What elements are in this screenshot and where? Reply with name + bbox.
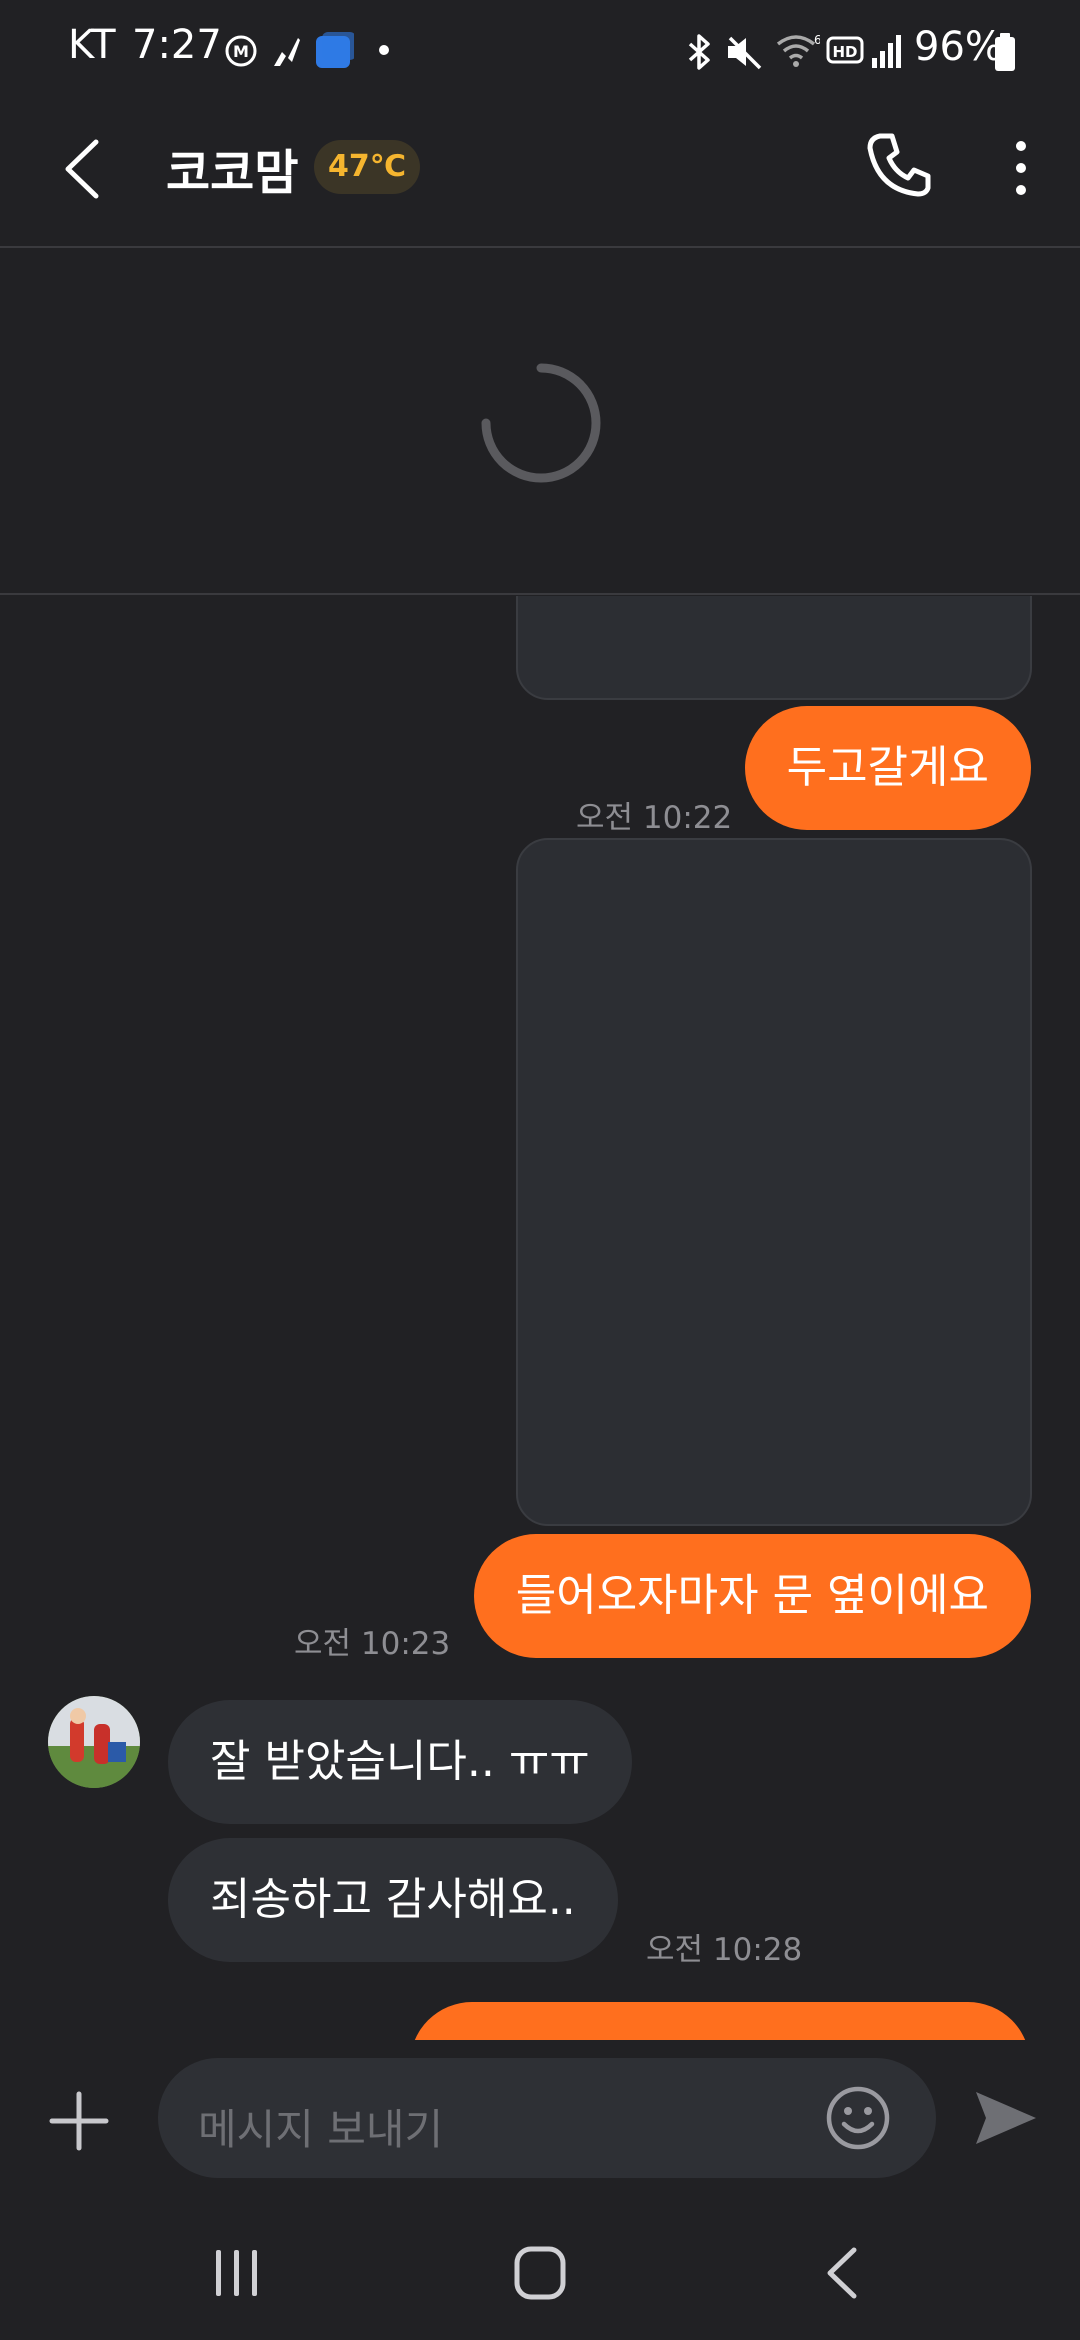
status-time: 7:27	[132, 22, 222, 68]
message-input[interactable]: 메시지 보내기	[158, 2058, 936, 2178]
message-timestamp: 오전 10:28	[646, 1932, 803, 1968]
message-list[interactable]: 두고갈게요 오전 10:22 들어오자마자 문 옆이에요 오전 10:23 잘 …	[0, 596, 1080, 2040]
svg-text:6: 6	[814, 33, 820, 47]
history-loading-area	[0, 248, 1080, 595]
outgoing-message-bubble[interactable]: 두고갈게요	[744, 706, 1031, 830]
battery-percent: 96%	[914, 24, 1003, 70]
outgoing-message-bubble[interactable]	[410, 2002, 1030, 2040]
wifi-icon: 6	[776, 33, 820, 67]
more-notifications-dot-icon	[379, 45, 389, 55]
hd-voice-icon: HD	[826, 36, 864, 64]
manner-temperature-badge: 47℃	[314, 140, 421, 194]
phone-icon[interactable]	[864, 130, 934, 200]
composer-bar: 메시지 보내기	[0, 2040, 1080, 2200]
incoming-message-bubble[interactable]: 죄송하고 감사해요..	[168, 1838, 618, 1962]
back-arrow-icon[interactable]	[60, 136, 104, 202]
plus-icon[interactable]	[48, 2090, 110, 2152]
svg-text:HD: HD	[832, 43, 857, 61]
avatar-photo-icon	[48, 1696, 140, 1788]
image-message[interactable]	[516, 596, 1032, 700]
messenger-notification-icon: M	[225, 35, 257, 67]
message-input-placeholder: 메시지 보내기	[198, 2105, 444, 2154]
send-icon[interactable]	[972, 2084, 1040, 2152]
emoji-icon[interactable]	[824, 2084, 892, 2152]
mute-icon	[728, 36, 762, 70]
message-timestamp: 오전 10:22	[576, 800, 733, 836]
nav-back-icon[interactable]	[822, 2244, 862, 2302]
svg-text:M: M	[233, 42, 249, 61]
chat-header: 코코맘 47℃	[0, 100, 1080, 248]
signal-icon	[872, 35, 901, 68]
bluetooth-icon	[688, 34, 710, 70]
chat-title: 코코맘	[166, 145, 299, 201]
app-notification-icon	[274, 38, 300, 66]
home-icon[interactable]	[512, 2244, 568, 2302]
image-message[interactable]	[516, 838, 1032, 1526]
avatar[interactable]	[48, 1696, 140, 1788]
status-bar: KT 7:27 M 6 HD 96%	[0, 0, 1080, 100]
system-navigation-bar	[0, 2200, 1080, 2340]
outgoing-message-bubble[interactable]: 들어오자마자 문 옆이에요	[473, 1534, 1031, 1658]
carrier-label: KT	[68, 22, 116, 68]
recents-icon[interactable]	[212, 2246, 262, 2300]
battery-icon	[995, 33, 1015, 71]
more-vert-icon[interactable]	[1006, 138, 1036, 198]
loading-spinner-icon	[481, 363, 601, 483]
karrot-notification-icon	[316, 32, 354, 68]
incoming-message-bubble[interactable]: 잘 받았습니다.. ㅠㅠ	[168, 1700, 632, 1824]
message-timestamp: 오전 10:23	[294, 1626, 451, 1662]
